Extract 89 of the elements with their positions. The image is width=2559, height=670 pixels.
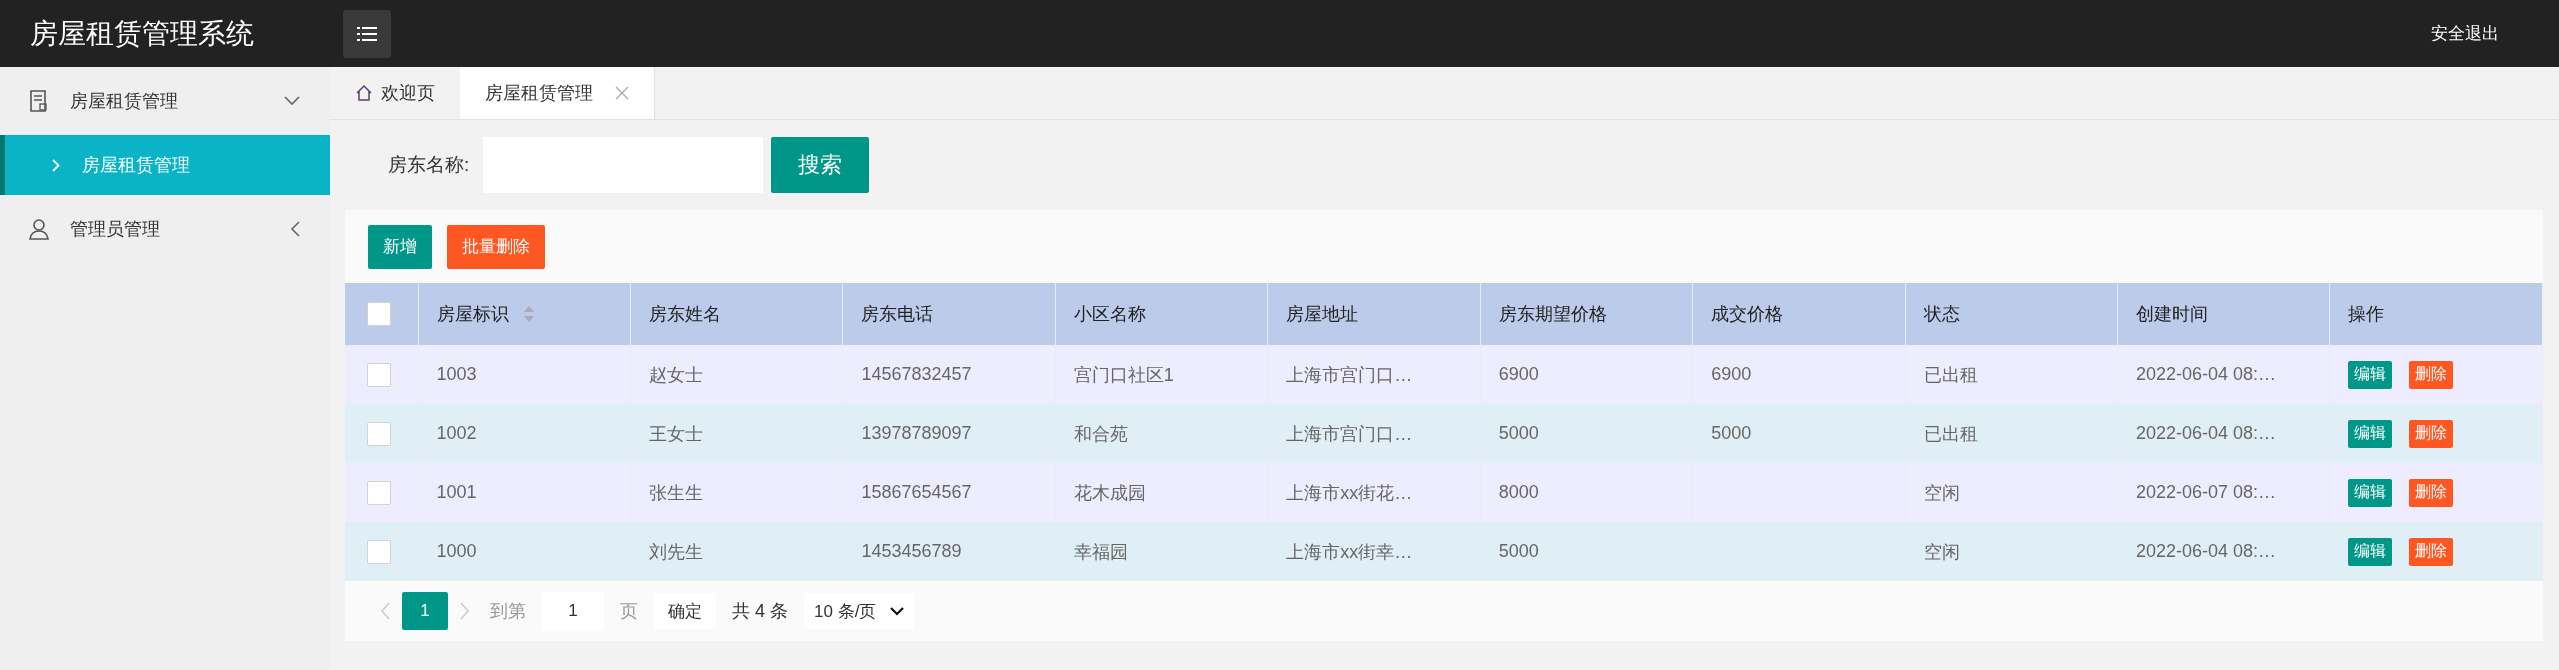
table-cell: 张生生 bbox=[648, 482, 703, 503]
delete-button[interactable]: 删除 bbox=[2409, 537, 2454, 566]
logout-link[interactable]: 安全退出 bbox=[2431, 22, 2499, 45]
column-header: 房东姓名 bbox=[648, 304, 721, 324]
edit-button[interactable]: 编辑 bbox=[2348, 360, 2393, 389]
table-cell: 刘先生 bbox=[648, 541, 703, 562]
caret-down-icon bbox=[890, 606, 905, 616]
table-cell: 上海市xx街花… bbox=[1286, 482, 1413, 503]
column-header: 房屋地址 bbox=[1286, 304, 1359, 324]
tab[interactable]: 欢迎页 bbox=[330, 67, 460, 119]
table-cell: 2022-06-04 08:… bbox=[2136, 541, 2277, 561]
table-cell: 14567832457 bbox=[861, 364, 972, 384]
sidebar-group[interactable]: 房屋租赁管理 bbox=[0, 67, 330, 135]
row-checkbox[interactable] bbox=[367, 362, 391, 387]
close-icon[interactable] bbox=[615, 86, 629, 100]
table-cell: 2022-06-04 08:… bbox=[2136, 364, 2277, 384]
table-cell: 空闲 bbox=[1923, 482, 1960, 503]
table-cell: 15867654567 bbox=[861, 482, 972, 502]
app-title: 房屋租赁管理系统 bbox=[29, 16, 255, 51]
table-cell: 王女士 bbox=[648, 423, 703, 444]
table-cell: 1000 bbox=[436, 541, 477, 561]
user-icon bbox=[28, 217, 50, 241]
table-cell: 5000 bbox=[1498, 423, 1539, 443]
page-number-field[interactable]: 1 bbox=[542, 592, 604, 630]
document-icon bbox=[28, 89, 50, 113]
batch-delete-button[interactable]: 批量删除 bbox=[447, 224, 545, 269]
row-checkbox[interactable] bbox=[367, 421, 391, 446]
total-count: 共 4 条 bbox=[732, 600, 788, 623]
menu-toggle-button[interactable] bbox=[343, 9, 391, 58]
column-header: 房东电话 bbox=[861, 304, 934, 324]
table-cell: 1001 bbox=[436, 482, 477, 502]
row-checkbox[interactable] bbox=[367, 480, 391, 505]
chevron-left-icon[interactable] bbox=[380, 602, 390, 620]
column-header: 房屋标识 bbox=[436, 303, 509, 326]
edit-button[interactable]: 编辑 bbox=[2348, 419, 2393, 448]
table-cell: 1453456789 bbox=[861, 541, 962, 561]
table-cell: 已出租 bbox=[1923, 423, 1978, 444]
table-cell: 5000 bbox=[1711, 423, 1752, 443]
delete-button[interactable]: 删除 bbox=[2409, 478, 2454, 507]
table-cell: 上海市宫门口… bbox=[1286, 364, 1413, 385]
row-checkbox[interactable] bbox=[367, 539, 391, 564]
delete-button[interactable]: 删除 bbox=[2409, 419, 2454, 448]
table-cell: 空闲 bbox=[1923, 541, 1960, 562]
confirm-button[interactable]: 确定 bbox=[654, 593, 716, 629]
table-cell: 宫门口社区1 bbox=[1073, 364, 1174, 385]
page-size-dropdown[interactable]: 10 条/页 bbox=[804, 593, 915, 629]
table-cell: 5000 bbox=[1498, 541, 1539, 561]
delete-button[interactable]: 删除 bbox=[2409, 360, 2454, 389]
table-cell: 已出租 bbox=[1923, 364, 1978, 385]
chevron-down-icon bbox=[284, 96, 300, 106]
column-header: 房东期望价格 bbox=[1498, 304, 1607, 324]
table-cell: 1003 bbox=[436, 364, 477, 384]
page-unit-label: 页 bbox=[620, 600, 638, 623]
table-cell: 幸福园 bbox=[1073, 541, 1128, 562]
table-cell: 2022-06-04 08:… bbox=[2136, 423, 2277, 443]
chevron-right-icon[interactable] bbox=[460, 602, 470, 620]
column-header: 成交价格 bbox=[1711, 304, 1784, 324]
chevron-right-icon bbox=[52, 158, 60, 172]
select-all-checkbox[interactable] bbox=[367, 302, 391, 326]
search-label: 房东名称: bbox=[388, 153, 470, 177]
home-icon bbox=[355, 84, 373, 102]
column-header: 小区名称 bbox=[1073, 304, 1146, 324]
column-header: 创建时间 bbox=[2136, 304, 2208, 324]
sidebar-item-label: 房屋租赁管理 bbox=[82, 154, 190, 177]
menu-icon bbox=[357, 26, 377, 41]
table-cell: 花木成园 bbox=[1073, 482, 1146, 503]
tab[interactable]: 房屋租赁管理 bbox=[460, 67, 655, 119]
table-cell: 1002 bbox=[436, 423, 477, 443]
sidebar-item[interactable]: 房屋租赁管理 bbox=[0, 135, 330, 195]
search-button[interactable]: 搜索 bbox=[771, 137, 870, 193]
sidebar-group[interactable]: 管理员管理 bbox=[0, 195, 330, 263]
column-header: 状态 bbox=[1923, 304, 1960, 324]
table-cell: 和合苑 bbox=[1073, 423, 1128, 444]
edit-button[interactable]: 编辑 bbox=[2348, 478, 2393, 507]
edit-button[interactable]: 编辑 bbox=[2348, 537, 2393, 566]
table-cell: 上海市宫门口… bbox=[1286, 423, 1413, 444]
chevron-left-icon bbox=[290, 221, 300, 237]
table-cell: 8000 bbox=[1498, 482, 1539, 502]
table-cell: 6900 bbox=[1498, 364, 1539, 384]
table-cell: 6900 bbox=[1711, 364, 1752, 384]
table-cell: 上海市xx街幸… bbox=[1286, 541, 1413, 562]
table-cell: 赵女士 bbox=[648, 364, 703, 385]
table-cell: 13978789097 bbox=[861, 423, 972, 443]
table-cell: 2022-06-07 08:… bbox=[2136, 482, 2277, 502]
goto-label: 到第 bbox=[490, 600, 526, 623]
add-button[interactable]: 新增 bbox=[368, 224, 432, 269]
page-button[interactable]: 1 bbox=[402, 592, 448, 630]
column-header: 操作 bbox=[2348, 304, 2385, 324]
sort-icon[interactable] bbox=[522, 305, 535, 323]
